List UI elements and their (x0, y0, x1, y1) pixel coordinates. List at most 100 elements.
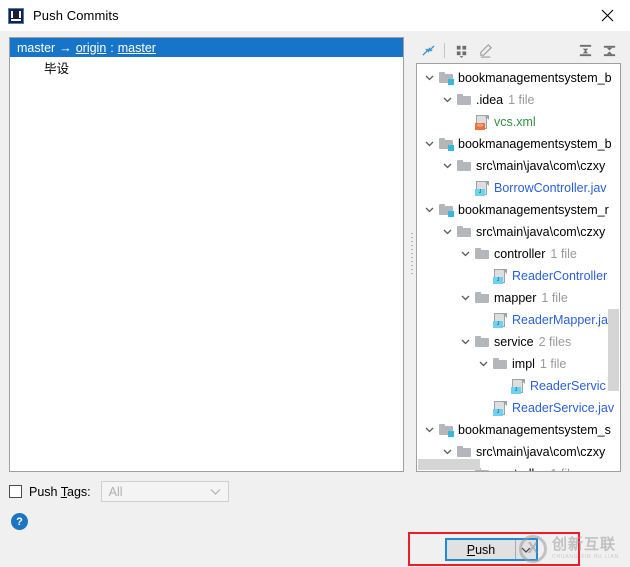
chevron-down-icon[interactable] (459, 336, 472, 349)
tree-node-label: bookmanagementsystem_r (458, 203, 609, 217)
tags-combo-value: All (108, 484, 123, 499)
tree-node-label: vcs.xml (494, 115, 536, 129)
intellij-idea-icon (8, 7, 24, 24)
tree-row[interactable]: impl 1 file (417, 353, 620, 375)
push-tags-row: Push Tags: All (9, 481, 229, 502)
tree-node-count: 1 file (539, 357, 567, 371)
close-button[interactable] (585, 0, 630, 31)
chevron-down-icon[interactable] (459, 292, 472, 305)
tree-node-label: ReaderService.jav (512, 401, 615, 415)
push-label-mnemonic: P (466, 542, 476, 557)
folder-icon (492, 356, 508, 372)
help-icon: ? (16, 515, 23, 528)
tree-vertical-scrollbar[interactable] (608, 65, 619, 470)
tree-row[interactable]: src\main\java\com\czxy (417, 221, 620, 243)
java-file-icon: J (474, 180, 490, 196)
folder-icon (474, 334, 490, 350)
java-file-icon: J (492, 400, 508, 416)
chevron-down-icon[interactable] (441, 94, 454, 107)
show-diff-button[interactable] (416, 39, 440, 61)
xml-file-icon: <> (474, 114, 490, 130)
tree-row[interactable]: bookmanagementsystem_b (417, 133, 620, 155)
commit-list-panel[interactable]: master → origin : master 毕设 (9, 37, 404, 472)
tree-node-count: 1 file (550, 247, 577, 261)
tree-node-label: mapper (494, 291, 537, 305)
chevron-down-icon[interactable] (441, 446, 454, 459)
project-folder-icon (438, 202, 454, 218)
folder-icon (456, 158, 472, 174)
collapse-all-icon (603, 45, 615, 56)
separator-label: : (110, 40, 114, 55)
tree-node-count: 1 file (508, 93, 535, 107)
tree-node-label: ReaderMapper.ja (512, 313, 608, 327)
tree-row[interactable]: J ReaderMapper.ja (417, 309, 620, 331)
show-diff-icon (421, 44, 435, 56)
group-by-icon (456, 45, 466, 58)
java-file-icon: J (492, 312, 508, 328)
tree-row[interactable]: <> vcs.xml (417, 111, 620, 133)
toolbar-separator (444, 42, 445, 58)
tree-toolbar (416, 37, 621, 63)
tree-node-label: impl (512, 357, 535, 371)
window-title: Push Commits (33, 8, 119, 23)
remote-branch-link[interactable]: master (118, 41, 156, 55)
push-label-post: ush (475, 542, 496, 557)
push-split-button[interactable]: Push (445, 538, 538, 561)
push-target-row[interactable]: master → origin : master (10, 38, 403, 57)
chevron-down-icon[interactable] (477, 358, 490, 371)
chevron-down-icon[interactable] (441, 226, 454, 239)
tree-vertical-scroll-thumb[interactable] (608, 309, 619, 391)
chevron-down-icon[interactable] (423, 72, 436, 85)
tree-row[interactable]: J ReaderController (417, 265, 620, 287)
help-button[interactable]: ? (11, 513, 28, 530)
tree-row[interactable]: bookmanagementsystem_b (417, 67, 620, 89)
tree-node-count: 2 files (538, 335, 572, 349)
splitter-grip-icon (411, 232, 413, 277)
chevron-down-icon[interactable] (441, 160, 454, 173)
folder-icon (474, 246, 490, 262)
push-button[interactable]: Push (447, 540, 515, 559)
tree-row[interactable]: bookmanagementsystem_r (417, 199, 620, 221)
tree-horizontal-scrollbar[interactable] (418, 459, 619, 470)
changed-files-panel: bookmanagementsystem_b .idea 1 file <> vcs.x… (416, 37, 621, 472)
edit-source-button[interactable] (473, 39, 497, 61)
tree-row[interactable]: src\main\java\com\czxy (417, 155, 620, 177)
tree-node-label: src\main\java\com\czxy (476, 445, 606, 459)
tree-row[interactable]: J BorrowController.jav (417, 177, 620, 199)
edit-source-icon (479, 43, 492, 58)
group-by-button[interactable] (449, 39, 473, 61)
tree-row[interactable]: .idea 1 file (417, 89, 620, 111)
tree-node-label: src\main\java\com\czxy (476, 159, 606, 173)
project-folder-icon (438, 422, 454, 438)
expand-all-button[interactable] (573, 39, 597, 61)
tree-node-label: src\main\java\com\czxy (476, 225, 606, 239)
collapse-all-button[interactable] (597, 39, 621, 61)
chevron-down-icon[interactable] (423, 204, 436, 217)
chevron-down-icon[interactable] (423, 138, 436, 151)
push-tags-label: Push Tags: (29, 485, 91, 499)
tree-row[interactable]: bookmanagementsystem_s (417, 419, 620, 441)
push-dropdown-button[interactable] (516, 540, 536, 559)
tree-rows: bookmanagementsystem_b .idea 1 file <> vcs.x… (417, 67, 620, 471)
tree-row[interactable]: controller 1 file (417, 243, 620, 265)
tree-row[interactable]: mapper 1 file (417, 287, 620, 309)
changed-files-tree[interactable]: bookmanagementsystem_b .idea 1 file <> vcs.x… (416, 63, 621, 472)
tree-row[interactable]: service 2 files (417, 331, 620, 353)
tree-node-label: service (494, 335, 534, 349)
tree-row[interactable]: J ReaderServic (417, 375, 620, 397)
tree-horizontal-scroll-thumb[interactable] (418, 459, 480, 470)
dialog-content: master → origin : master 毕设 bookmanageme… (0, 31, 630, 566)
chevron-down-icon (210, 488, 221, 495)
chevron-down-icon[interactable] (459, 248, 472, 261)
tree-node-label: .idea (476, 93, 504, 107)
chevron-down-icon[interactable] (423, 424, 436, 437)
project-folder-icon (438, 70, 454, 86)
list-item[interactable]: 毕设 (10, 57, 403, 77)
expand-all-icon (579, 44, 591, 56)
push-tags-checkbox[interactable] (9, 485, 22, 498)
tree-node-label: bookmanagementsystem_b (458, 71, 612, 85)
tags-combo[interactable]: All (100, 481, 229, 502)
panel-splitter[interactable] (408, 37, 416, 472)
remote-link[interactable]: origin (76, 41, 107, 55)
tree-row[interactable]: J ReaderService.jav (417, 397, 620, 419)
